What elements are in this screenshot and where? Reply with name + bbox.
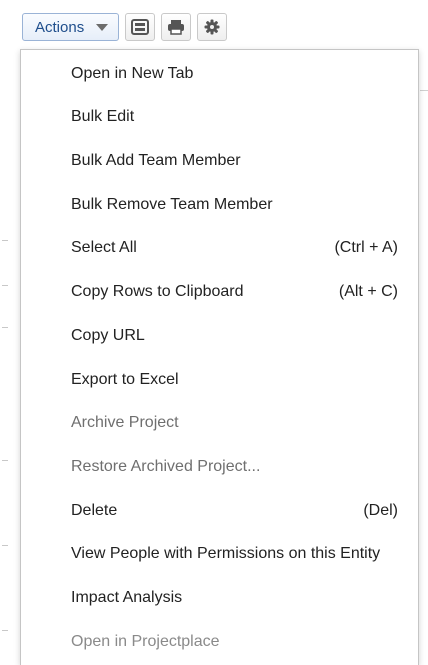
menu-item-label: Bulk Remove Team Member xyxy=(71,195,273,213)
gear-icon xyxy=(204,19,220,35)
toolbar: Actions xyxy=(22,12,228,42)
actions-dropdown-button[interactable]: Actions xyxy=(22,13,120,41)
menu-item-label: Restore Archived Project... xyxy=(71,457,261,475)
menu-item-bulk-add-team-member[interactable]: Bulk Add Team Member xyxy=(21,139,418,182)
menu-item-impact-analysis[interactable]: Impact Analysis xyxy=(21,576,418,619)
menu-item-label: Open in Projectplace xyxy=(71,632,220,650)
menu-item-copy-rows-to-clipboard[interactable]: Copy Rows to Clipboard (Alt + C) xyxy=(21,270,418,313)
menu-item-view-people-with-permissions[interactable]: View People with Permissions on this Ent… xyxy=(21,532,418,575)
menu-item-archive-project: Archive Project xyxy=(21,401,418,444)
background-page-edge xyxy=(0,0,14,665)
menu-item-shortcut: (Alt + C) xyxy=(338,282,398,300)
menu-item-label: Copy Rows to Clipboard xyxy=(71,282,244,300)
menu-item-bulk-edit[interactable]: Bulk Edit xyxy=(21,95,418,138)
menu-item-label: Copy URL xyxy=(71,326,145,344)
background-divider xyxy=(2,240,8,241)
menu-item-label: Select All xyxy=(71,238,137,256)
menu-item-shortcut: (Ctrl + A) xyxy=(334,238,398,256)
background-divider xyxy=(2,327,8,328)
layout-button[interactable] xyxy=(125,13,156,41)
background-divider xyxy=(2,545,8,546)
menu-item-label: Export to Excel xyxy=(71,370,179,388)
background-divider xyxy=(2,285,8,286)
menu-item-restore-archived-project: Restore Archived Project... xyxy=(21,445,418,488)
menu-item-label: Archive Project xyxy=(71,413,179,431)
menu-item-label: Impact Analysis xyxy=(71,588,183,606)
menu-item-select-all[interactable]: Select All (Ctrl + A) xyxy=(21,226,418,269)
menu-item-copy-url[interactable]: Copy URL xyxy=(21,314,418,357)
print-button[interactable] xyxy=(161,13,192,41)
background-divider xyxy=(420,90,428,91)
settings-button[interactable] xyxy=(197,13,228,41)
menu-item-export-to-excel[interactable]: Export to Excel xyxy=(21,358,418,401)
background-divider xyxy=(2,460,8,461)
menu-item-shortcut: (Del) xyxy=(363,501,398,519)
menu-item-label: Open in New Tab xyxy=(71,64,194,82)
actions-label: Actions xyxy=(35,18,85,36)
menu-item-label: Delete xyxy=(71,501,118,519)
layout-icon xyxy=(131,19,150,35)
menu-item-open-in-new-tab[interactable]: Open in New Tab xyxy=(21,52,418,95)
menu-item-delete[interactable]: Delete (Del) xyxy=(21,489,418,532)
menu-item-label: Bulk Add Team Member xyxy=(71,151,241,169)
actions-menu: Open in New Tab Bulk Edit Bulk Add Team … xyxy=(20,49,419,665)
caret-down-icon xyxy=(96,23,109,31)
menu-item-bulk-remove-team-member[interactable]: Bulk Remove Team Member xyxy=(21,183,418,226)
menu-item-open-in-projectplace[interactable]: Open in Projectplace xyxy=(21,620,418,663)
page: Actions Open in New Tab Bulk Edit Bulk A… xyxy=(0,0,428,665)
menu-item-label: View People with Permissions on this Ent… xyxy=(71,544,381,562)
menu-item-label: Bulk Edit xyxy=(71,107,135,125)
background-divider xyxy=(2,630,8,631)
print-icon xyxy=(167,19,185,35)
